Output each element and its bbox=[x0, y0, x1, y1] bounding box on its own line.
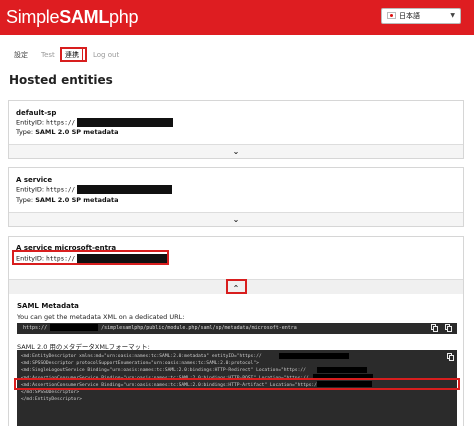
entity-card-default-sp: default-sp EntityID: https:// Type: SAML… bbox=[8, 100, 464, 159]
entity-name: A service bbox=[16, 176, 53, 184]
top-header: SimpleSAMLphp 日本語 ▼ bbox=[0, 0, 474, 35]
xml-line: </md:SPSSODescriptor> bbox=[21, 390, 80, 396]
tab-test[interactable]: Test bbox=[41, 50, 55, 61]
entity-type: Type: SAML 2.0 SP metadata bbox=[16, 128, 119, 136]
page-title: Hosted entities bbox=[9, 73, 113, 87]
entity-id: EntityID: https:// bbox=[16, 185, 173, 194]
metadata-panel: SAML Metadata You can get the metadata X… bbox=[8, 294, 464, 426]
metadata-url-box[interactable]: https:// /simplesamlphp/public/module.ph… bbox=[17, 323, 457, 334]
redacted-block bbox=[77, 185, 173, 194]
japan-flag-icon bbox=[387, 12, 396, 19]
external-link-icon[interactable] bbox=[445, 324, 453, 332]
redacted-block bbox=[50, 324, 99, 331]
chevron-down-icon: ⌄ bbox=[232, 147, 240, 156]
redacted-block bbox=[279, 353, 349, 359]
entity-id: EntityID: https:// bbox=[16, 118, 174, 127]
highlight-collapse-toggle bbox=[226, 279, 247, 294]
highlight-acs-line bbox=[14, 378, 460, 390]
chevron-down-icon: ⌄ bbox=[232, 215, 240, 224]
entity-card-a-service: A service EntityID: https:// Type: SAML … bbox=[8, 167, 464, 227]
expand-toggle[interactable]: ⌄ bbox=[9, 212, 463, 226]
copy-icon[interactable] bbox=[447, 353, 455, 361]
highlight-entity-id bbox=[12, 250, 169, 265]
tab-logout[interactable]: Log out bbox=[93, 50, 119, 61]
expand-toggle[interactable]: ⌄ bbox=[9, 144, 463, 158]
metadata-title: SAML Metadata bbox=[17, 302, 79, 310]
simplesamlphp-logo[interactable]: SimpleSAMLphp bbox=[6, 6, 138, 28]
xml-line: <md:EntityDescriptor xmlns:md="urn:oasis… bbox=[21, 354, 262, 359]
redacted-block bbox=[77, 118, 174, 127]
xml-line: <md:SPSSODescriptor protocolSupportEnume… bbox=[21, 361, 259, 367]
entity-name: default-sp bbox=[16, 109, 57, 117]
highlight-tab bbox=[60, 47, 87, 62]
tab-settings[interactable]: 設定 bbox=[14, 50, 28, 61]
redacted-block bbox=[317, 367, 367, 373]
xml-line: </md:EntityDescriptor> bbox=[21, 397, 82, 403]
copy-icon[interactable] bbox=[431, 324, 439, 332]
entity-type: Type: SAML 2.0 SP metadata bbox=[16, 196, 119, 204]
language-select[interactable]: 日本語 ▼ bbox=[381, 8, 461, 24]
xml-line: <md:SingleLogoutService Binding="urn:oas… bbox=[21, 368, 306, 374]
metadata-description: You can get the metadata XML on a dedica… bbox=[17, 313, 185, 321]
caret-down-icon: ▼ bbox=[450, 12, 455, 19]
